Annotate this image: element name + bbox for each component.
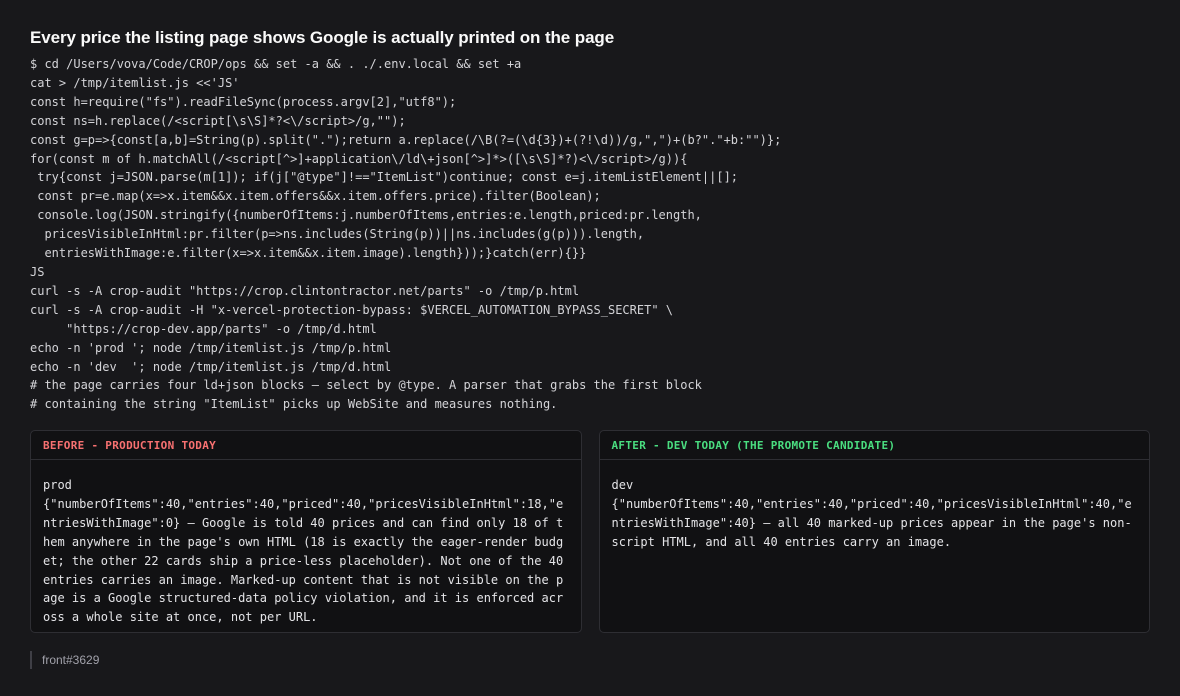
code-line: $ cd /Users/vova/Code/CROP/ops && set -a… <box>30 57 522 71</box>
code-line: pricesVisibleInHtml:pr.filter(p=>ns.incl… <box>30 227 645 242</box>
after-panel-label: dev <box>611 478 634 492</box>
code-line: curl -s -A crop-audit -H "x-vercel-prote… <box>30 302 673 317</box>
code-line: cat > /tmp/itemlist.js <<'JS' <box>30 75 240 90</box>
code-comment: # the page carries four ld+json blocks —… <box>30 378 702 393</box>
code-line: echo -n 'prod '; node /tmp/itemlist.js /… <box>30 340 392 355</box>
before-panel-heading: BEFORE - PRODUCTION TODAY <box>31 431 581 460</box>
code-line: "https://crop-dev.app/parts" -o /tmp/d.h… <box>30 321 377 336</box>
code-line: const ns=h.replace(/<script[\s\S]*?<\/sc… <box>30 113 406 128</box>
code-line: const h=require("fs").readFileSync(proce… <box>30 94 457 109</box>
code-line: entriesWithImage:e.filter(x=>x.item&&x.i… <box>30 246 587 261</box>
after-panel-body: dev {"numberOfItems":40,"entries":40,"pr… <box>600 460 1150 562</box>
code-line: try{const j=JSON.parse(m[1]); if(j["@typ… <box>30 170 739 185</box>
code-line: JS <box>30 264 45 279</box>
code-line: console.log(JSON.stringify({numberOfItem… <box>30 208 702 223</box>
footer-reference: front#3629 <box>30 651 99 669</box>
before-panel-label: prod <box>43 478 72 492</box>
code-line: for(const m of h.matchAll(/<script[^>]+a… <box>30 151 688 166</box>
code-block: $ cd /Users/vova/Code/CROP/ops && set -a… <box>30 55 1150 414</box>
code-comment: # containing the string "ItemList" picks… <box>30 397 558 412</box>
before-panel: BEFORE - PRODUCTION TODAY prod {"numberO… <box>30 430 582 633</box>
after-panel: AFTER - DEV TODAY (THE PROMOTE CANDIDATE… <box>598 430 1150 633</box>
page-title: Every price the listing page shows Googl… <box>30 28 615 47</box>
code-line: const pr=e.map(x=>x.item&&x.item.offers&… <box>30 189 601 204</box>
comparison-panels: BEFORE - PRODUCTION TODAY prod {"numberO… <box>30 430 1150 633</box>
before-panel-text: {"numberOfItems":40,"entries":40,"priced… <box>43 496 571 625</box>
code-line: curl -s -A crop-audit "https://crop.clin… <box>30 283 580 298</box>
after-panel-text: {"numberOfItems":40,"entries":40,"priced… <box>611 496 1132 549</box>
page: Every price the listing page shows Googl… <box>30 26 1150 633</box>
after-panel-heading: AFTER - DEV TODAY (THE PROMOTE CANDIDATE… <box>599 431 1149 460</box>
code-line: echo -n 'dev '; node /tmp/itemlist.js /t… <box>30 359 392 374</box>
code-line: const g=p=>{const[a,b]=String(p).split("… <box>30 132 782 147</box>
before-panel-body: prod {"numberOfItems":40,"entries":40,"p… <box>31 460 581 632</box>
